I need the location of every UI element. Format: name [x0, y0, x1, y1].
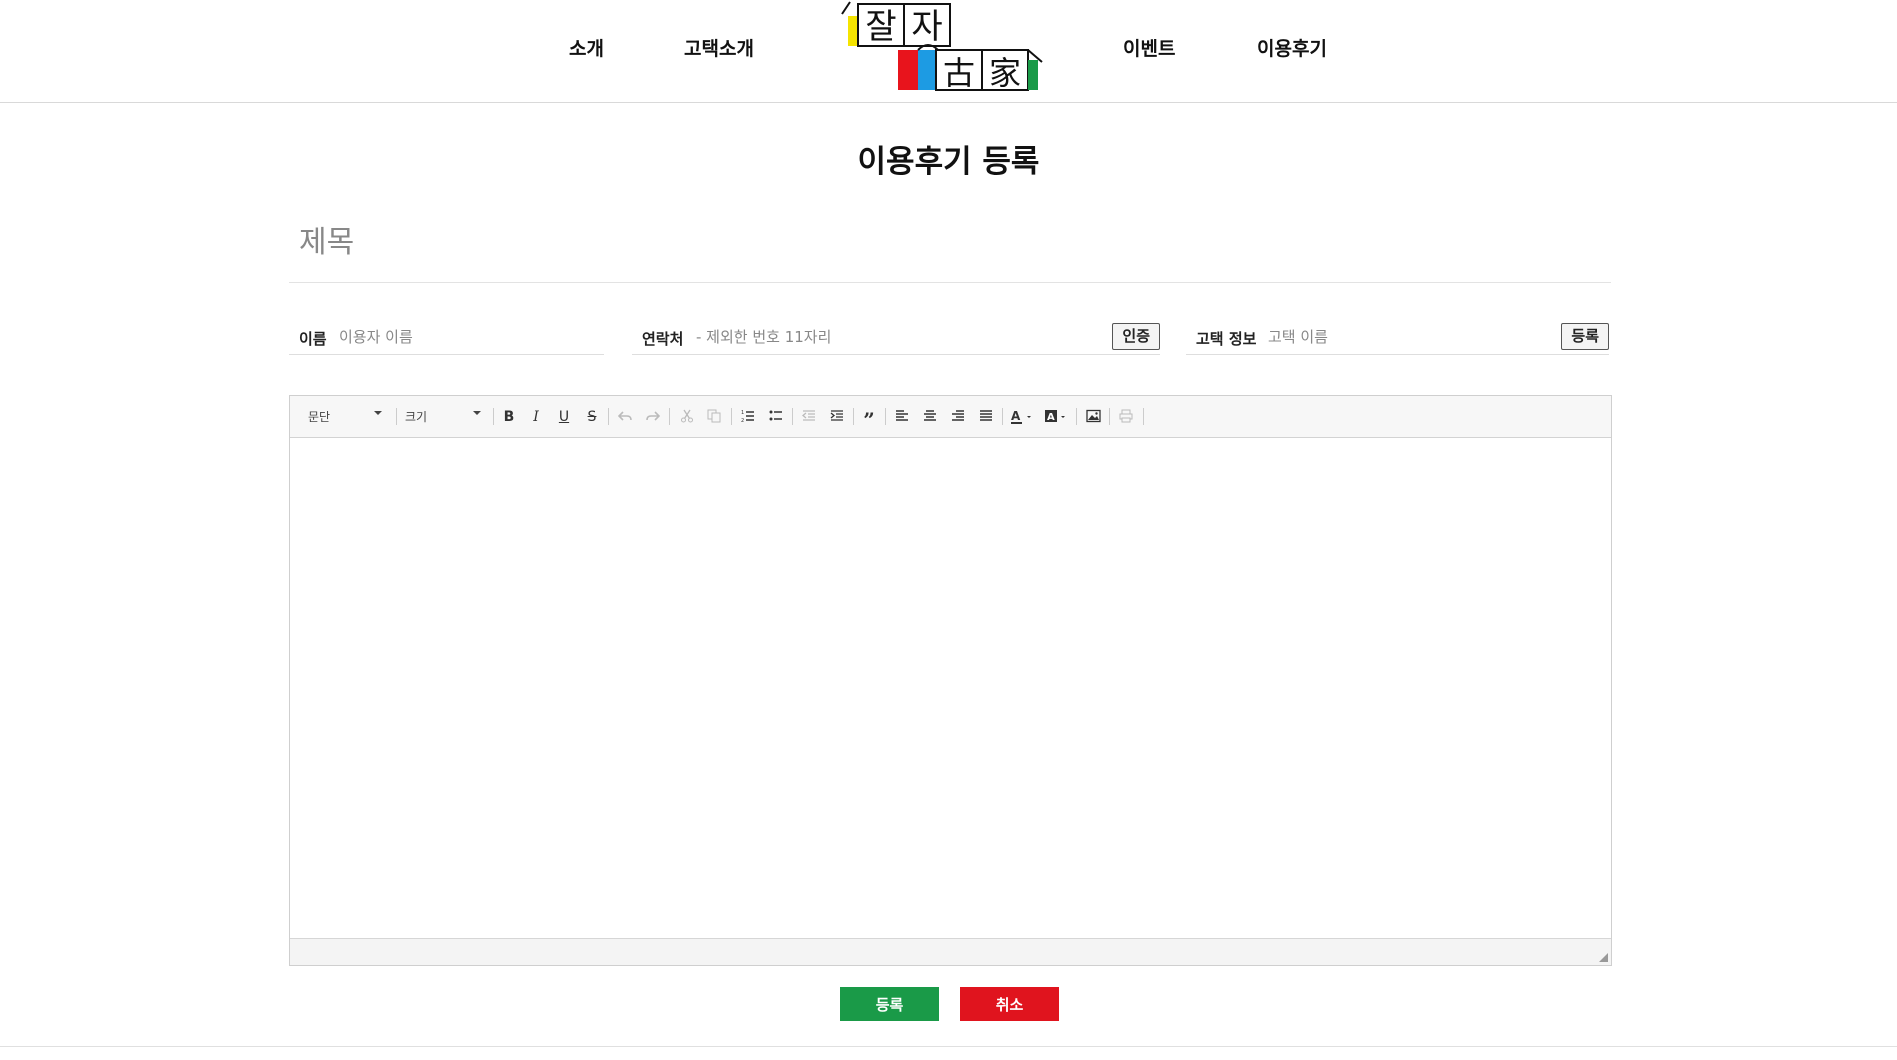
nav-item-intro[interactable]: 소개	[569, 34, 604, 61]
strikethrough-icon[interactable]: S	[581, 406, 603, 428]
toolbar-divider	[885, 408, 886, 425]
size-select-label: 크기	[405, 410, 428, 424]
nav-item-review[interactable]: 이용후기	[1257, 34, 1327, 61]
svg-text:A: A	[1047, 412, 1055, 423]
svg-text:2: 2	[741, 418, 744, 423]
nav-item-house-intro[interactable]: 고택소개	[684, 34, 754, 61]
editor-statusbar	[290, 938, 1611, 965]
align-right-icon[interactable]	[947, 406, 969, 428]
name-input[interactable]	[339, 324, 594, 350]
font-color-icon[interactable]: A	[1008, 406, 1038, 428]
ordered-list-icon[interactable]: 12	[737, 406, 759, 428]
toolbar-divider	[669, 408, 670, 425]
resize-handle-icon[interactable]	[1599, 953, 1608, 962]
toolbar-divider	[396, 408, 397, 425]
unordered-list-icon[interactable]	[765, 406, 787, 428]
redo-icon[interactable]	[642, 406, 664, 428]
contact-field: 연락처 인증	[632, 320, 1160, 355]
rich-text-editor: 문단 크기 B I U S 12 ” A A	[289, 395, 1612, 966]
editor-toolbar: 문단 크기 B I U S 12 ” A A	[290, 396, 1611, 438]
toolbar-divider	[1076, 408, 1077, 425]
contact-input[interactable]	[696, 324, 1076, 350]
contact-label: 연락처	[642, 330, 684, 348]
underline-icon[interactable]: U	[553, 406, 575, 428]
svg-text:家: 家	[989, 54, 1021, 92]
toolbar-divider	[1002, 408, 1003, 425]
toolbar-divider	[731, 408, 732, 425]
svg-text:자: 자	[911, 7, 942, 47]
editor-content-area[interactable]	[290, 438, 1611, 938]
toolbar-divider	[853, 408, 854, 425]
toolbar-divider	[1109, 408, 1110, 425]
paragraph-select[interactable]: 문단	[308, 404, 388, 428]
copy-icon[interactable]	[703, 406, 725, 428]
chevron-down-icon	[473, 411, 481, 415]
outdent-icon[interactable]	[798, 406, 820, 428]
footer-divider	[0, 1046, 1897, 1047]
site-header: 소개 고택소개 잘 자 古 家 이벤트 이용후기	[0, 0, 1897, 103]
chevron-down-icon	[374, 411, 382, 415]
cut-icon[interactable]	[676, 406, 698, 428]
svg-text:1: 1	[741, 410, 744, 416]
subject-input[interactable]	[289, 212, 1611, 272]
toolbar-divider	[1143, 408, 1144, 425]
align-left-icon[interactable]	[891, 406, 913, 428]
nav-item-event[interactable]: 이벤트	[1123, 34, 1175, 61]
indent-icon[interactable]	[826, 406, 848, 428]
align-center-icon[interactable]	[919, 406, 941, 428]
house-register-button[interactable]: 등록	[1561, 323, 1609, 350]
name-label: 이름	[299, 330, 327, 348]
page-title: 이용후기 등록	[857, 144, 1040, 180]
size-select[interactable]: 크기	[405, 404, 487, 428]
bold-icon[interactable]: B	[498, 406, 520, 428]
submit-button[interactable]: 등록	[840, 987, 939, 1021]
svg-text:A: A	[1011, 409, 1021, 423]
house-input[interactable]	[1268, 324, 1518, 350]
cancel-button[interactable]: 취소	[960, 987, 1059, 1021]
undo-icon[interactable]	[614, 406, 636, 428]
print-icon[interactable]	[1115, 406, 1137, 428]
svg-text:古: 古	[943, 54, 975, 92]
toolbar-divider	[493, 408, 494, 425]
blockquote-icon[interactable]: ”	[858, 406, 880, 432]
align-justify-icon[interactable]	[975, 406, 997, 428]
italic-icon[interactable]: I	[525, 406, 547, 428]
toolbar-divider	[608, 408, 609, 425]
house-field: 고택 정보 등록	[1186, 320, 1609, 355]
site-logo[interactable]: 잘 자 古 家	[838, 0, 1044, 96]
image-icon[interactable]	[1082, 406, 1104, 428]
verify-button[interactable]: 인증	[1112, 323, 1160, 350]
toolbar-divider	[792, 408, 793, 425]
house-label: 고택 정보	[1196, 330, 1257, 348]
svg-text:잘: 잘	[865, 7, 896, 47]
background-color-icon[interactable]: A	[1042, 406, 1072, 428]
name-field: 이름	[289, 320, 604, 355]
paragraph-select-label: 문단	[308, 410, 331, 424]
subject-field	[289, 212, 1611, 283]
